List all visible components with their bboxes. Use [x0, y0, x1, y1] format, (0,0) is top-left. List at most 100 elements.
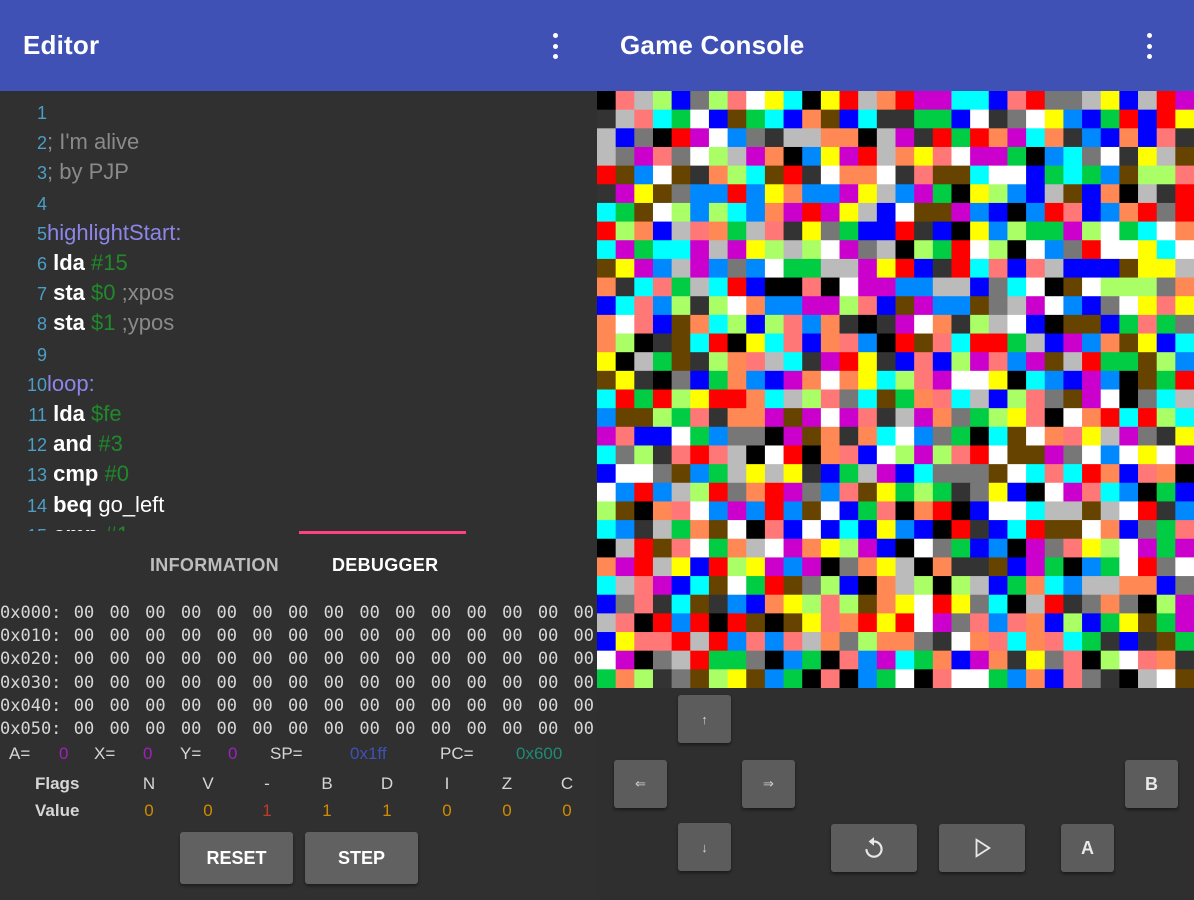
screen-pixel [914, 464, 934, 484]
flag-name: Z [501, 774, 513, 793]
screen-pixel [783, 370, 803, 391]
screen-pixel [652, 240, 673, 260]
screen-pixel [708, 482, 729, 503]
screen-pixel [1007, 165, 1027, 185]
screen-pixel [1119, 165, 1139, 185]
b-button[interactable]: B [1125, 760, 1178, 808]
dpad-right-button[interactable]: ⇒ [742, 760, 795, 808]
editor-overflow-menu-icon[interactable] [550, 33, 560, 59]
screen-pixel [615, 576, 635, 596]
screen-pixel [802, 202, 822, 223]
screen-pixel [727, 557, 747, 577]
screen-pixel [652, 408, 673, 428]
screen-pixel [1119, 538, 1139, 559]
screen-pixel [1100, 538, 1120, 559]
screen-pixel [1156, 91, 1176, 111]
screen-pixel [671, 408, 691, 428]
screen-pixel [1044, 240, 1065, 260]
screen-pixel [1175, 520, 1194, 540]
memory-byte: 00 [109, 626, 130, 647]
screen-pixel [988, 389, 1009, 409]
screen-pixel [634, 370, 654, 391]
screen-pixel [970, 314, 990, 335]
screen-pixel [988, 296, 1009, 316]
screen-pixel [914, 538, 934, 559]
screen-pixel [652, 91, 673, 111]
screen-pixel [932, 109, 953, 129]
screen-pixel [914, 408, 934, 428]
screen-pixel [615, 389, 635, 409]
screen-pixel [951, 258, 971, 279]
screen-pixel [708, 202, 729, 223]
screen-pixel [839, 128, 859, 148]
screen-pixel [764, 258, 785, 279]
register-a-label: A= [9, 744, 31, 763]
screen-pixel [1138, 333, 1158, 353]
screen-pixel [858, 277, 878, 297]
screen-pixel [988, 146, 1009, 167]
screen-pixel [1138, 202, 1158, 223]
screen-pixel [764, 613, 785, 633]
memory-byte: 00 [395, 626, 416, 647]
screen-pixel [764, 277, 785, 297]
dpad-left-button[interactable]: ⇐ [614, 760, 667, 808]
screen-pixel [1119, 258, 1139, 279]
screen-pixel [690, 221, 710, 241]
step-button[interactable]: STEP [305, 832, 418, 884]
code-editor[interactable]: 1 2; I'm alive 3; by PJP 4 5highlightStart: 6… [0, 91, 597, 531]
screen-pixel [671, 613, 691, 633]
screen-pixel [1100, 576, 1120, 596]
screen-pixel [820, 632, 841, 652]
screen-pixel [1063, 557, 1083, 577]
tab-information[interactable]: INFORMATION [150, 555, 279, 576]
screen-pixel [858, 669, 878, 688]
screen-pixel [1100, 501, 1120, 521]
code-token: $0 [91, 280, 116, 306]
memory-byte: 00 [323, 695, 345, 716]
screen-pixel [708, 501, 729, 521]
screen-pixel [858, 146, 878, 167]
screen-pixel [970, 594, 990, 614]
screen-pixel [764, 221, 785, 241]
screen-pixel [1138, 352, 1158, 372]
screen-pixel [708, 91, 729, 111]
flags-value-label: Value [35, 801, 80, 820]
screen-pixel [652, 333, 673, 353]
restart-button[interactable] [831, 824, 917, 872]
dpad-up-button[interactable]: ↑ [678, 695, 731, 743]
screen-pixel [1063, 277, 1083, 297]
screen-pixel [1063, 389, 1083, 409]
screen-pixel [932, 538, 953, 559]
memory-byte: 00 [180, 672, 202, 693]
console-overflow-menu-icon[interactable] [1144, 33, 1154, 59]
register-sp-label: SP= [270, 744, 303, 763]
tab-debugger[interactable]: DEBUGGER [332, 555, 438, 576]
arrow-up-icon: ↑ [701, 711, 708, 727]
screen-pixel [988, 650, 1009, 670]
a-button[interactable]: A [1061, 824, 1114, 872]
memory-byte: 00 [359, 603, 380, 623]
screen-pixel [1119, 576, 1139, 596]
screen-pixel [988, 426, 1009, 447]
screen-pixel [914, 632, 934, 652]
screen-pixel [597, 538, 617, 559]
reset-button[interactable]: RESET [180, 832, 293, 884]
screen-pixel [1175, 426, 1194, 447]
screen-pixel [1063, 501, 1083, 521]
dpad-down-button[interactable]: ↓ [678, 823, 731, 871]
screen-pixel [708, 464, 729, 484]
screen-pixel [671, 221, 691, 241]
screen-pixel [820, 389, 841, 409]
screen-pixel [802, 333, 822, 353]
play-button[interactable] [939, 824, 1025, 872]
screen-pixel [615, 669, 635, 688]
line-number: 11 [28, 405, 47, 425]
screen-pixel [876, 538, 897, 559]
screen-pixel [652, 314, 673, 335]
screen-pixel [951, 576, 971, 596]
screen-pixel [1100, 464, 1120, 484]
screen-pixel [746, 333, 766, 353]
screen-pixel [820, 576, 841, 596]
memory-byte: 00 [466, 603, 487, 623]
screen-pixel [634, 184, 654, 204]
